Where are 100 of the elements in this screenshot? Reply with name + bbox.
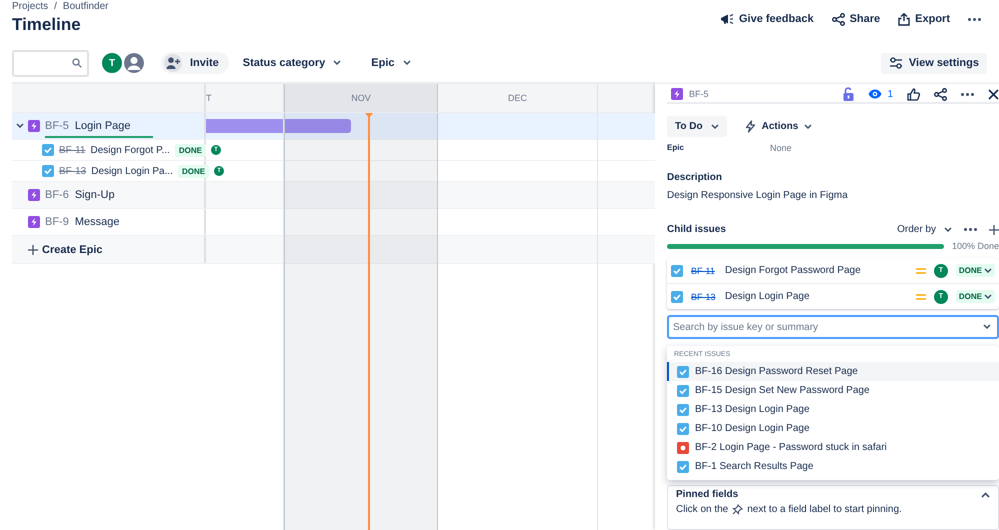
share-icon[interactable] xyxy=(934,88,947,100)
issue-key: BF-11 xyxy=(59,144,86,156)
issue-key: BF-6 xyxy=(45,189,69,201)
menu-item-text: BF-16 Design Password Reset Page xyxy=(695,366,858,377)
issue-key-link[interactable]: BF-11 xyxy=(691,266,717,276)
task-icon xyxy=(671,290,683,302)
task-icon xyxy=(671,264,683,276)
export-icon xyxy=(898,12,910,26)
breadcrumb-separator: / xyxy=(54,1,57,12)
status-dropdown[interactable]: DONE xyxy=(956,290,995,303)
timeline-row[interactable]: BF-9 Message xyxy=(12,209,655,236)
task-icon xyxy=(42,165,54,177)
section-heading: Description xyxy=(667,172,724,183)
view-settings-button[interactable]: View settings xyxy=(880,52,987,74)
caret-up-icon[interactable] xyxy=(981,492,990,498)
header-button[interactable]: Give feedback xyxy=(714,9,820,29)
bug-icon xyxy=(677,442,689,454)
unlocked-padlock-icon[interactable] xyxy=(843,87,854,101)
status-dropdown[interactable]: DONE xyxy=(956,264,995,277)
status-lozenge: DONE xyxy=(174,144,206,156)
menu-item-text: BF-10 Design Login Page xyxy=(695,423,810,434)
sliders-icon xyxy=(888,57,903,69)
filter-dropdown[interactable]: Epic xyxy=(363,53,418,73)
menu-item[interactable]: BF-15 Design Set New Password Page xyxy=(667,381,999,400)
caret-down-icon xyxy=(984,294,992,300)
section-heading: Pinned fields xyxy=(676,489,738,500)
filter-dropdown[interactable]: Status category xyxy=(234,53,350,73)
watch-button[interactable]: 1 xyxy=(868,88,893,100)
task-icon xyxy=(677,366,689,378)
megaphone-icon xyxy=(720,13,734,25)
more-icon[interactable] xyxy=(964,228,977,231)
issue-summary: Design Login Pa... xyxy=(91,166,173,176)
user-avatar-icon[interactable] xyxy=(123,52,145,74)
add-person-icon xyxy=(166,57,180,69)
epic-icon xyxy=(671,88,683,100)
issue-key: BF-5 xyxy=(45,120,69,132)
epic-icon xyxy=(28,120,40,132)
share-icon xyxy=(832,12,845,26)
search-field[interactable]: Search by issue key or summary xyxy=(667,315,999,339)
field-value[interactable]: None xyxy=(770,143,792,153)
task-icon xyxy=(677,422,689,434)
issue-summary: Message xyxy=(74,216,120,228)
caret-down-icon[interactable] xyxy=(983,324,991,330)
menu-item-text: BF-15 Design Set New Password Page xyxy=(695,385,870,396)
menu-item[interactable]: BF-10 Design Login Page xyxy=(667,419,999,438)
caret-down-icon xyxy=(333,60,342,66)
task-icon xyxy=(677,384,689,396)
menu-item[interactable]: BF-2 Login Page - Password stuck in safari xyxy=(667,438,999,457)
issue-summary: Design Forgot P... xyxy=(90,144,170,156)
invite-button[interactable]: Invite xyxy=(161,52,229,74)
timeline-row[interactable]: BF-5 Login Page xyxy=(12,113,655,140)
issue-key-link[interactable]: BF-5 xyxy=(689,89,709,99)
month-label: T xyxy=(206,93,212,103)
close-icon[interactable] xyxy=(988,88,999,100)
priority-icon xyxy=(916,292,926,300)
breadcrumb-link[interactable]: Boutfinder xyxy=(62,1,108,12)
issue-summary: Login Page xyxy=(74,120,131,132)
eye-icon xyxy=(868,89,882,99)
header-button[interactable]: Export xyxy=(892,8,956,30)
status-lozenge: DONE xyxy=(178,164,210,178)
menu-item-text: BF-1 Search Results Page xyxy=(695,461,814,472)
issue-key-link[interactable]: BF-13 xyxy=(691,292,717,302)
page-title: Timeline xyxy=(12,14,82,36)
caret-down-icon xyxy=(984,268,992,274)
caret-down-icon xyxy=(402,60,410,66)
timeline-row[interactable]: BF-6 Sign-Up xyxy=(12,182,655,209)
priority-icon xyxy=(916,266,926,274)
pin-icon xyxy=(732,504,744,515)
issue-summary[interactable]: Design Forgot Password Page xyxy=(725,265,908,276)
menu-item-text: BF-13 Design Login Page xyxy=(695,404,810,415)
lightning-icon xyxy=(744,120,756,133)
issue-summary[interactable]: Design Login Page xyxy=(725,291,908,302)
more-icon[interactable] xyxy=(961,92,974,96)
task-icon xyxy=(677,404,689,416)
order-by-dropdown[interactable]: Order by xyxy=(897,224,952,235)
task-icon xyxy=(42,144,54,156)
month-label: DEC xyxy=(508,93,527,103)
status-dropdown[interactable]: To Do xyxy=(667,116,727,137)
caret-down-icon xyxy=(804,124,812,130)
description-text[interactable]: Design Responsive Login Page in Figma xyxy=(667,190,999,201)
search-icon xyxy=(72,58,82,68)
hint-text: Click on the xyxy=(676,504,728,515)
section-heading: Child issues xyxy=(667,224,726,235)
actions-dropdown[interactable]: Actions xyxy=(738,116,818,137)
create-epic-button[interactable]: Create Epic xyxy=(12,244,103,256)
menu-item[interactable]: BF-16 Design Password Reset Page xyxy=(667,362,999,381)
caret-down-icon xyxy=(710,124,719,130)
menu-item[interactable]: BF-1 Search Results Page xyxy=(667,457,999,476)
issue-key: BF-9 xyxy=(45,216,69,228)
user-avatar[interactable]: T xyxy=(101,52,123,74)
breadcrumb-link[interactable]: Projects xyxy=(12,1,48,12)
caret-down-icon xyxy=(944,226,952,232)
menu-item-text: BF-2 Login Page - Password stuck in safari xyxy=(695,442,887,453)
thumbs-up-icon[interactable] xyxy=(907,88,920,100)
plus-icon[interactable] xyxy=(989,224,999,234)
issue-summary: Sign-Up xyxy=(74,189,115,201)
header-button[interactable]: Share xyxy=(826,8,886,30)
caret-down-icon[interactable] xyxy=(16,123,24,129)
menu-item[interactable]: BF-13 Design Login Page xyxy=(667,400,999,419)
hint-text: next to a field label to start pinning. xyxy=(747,504,902,515)
